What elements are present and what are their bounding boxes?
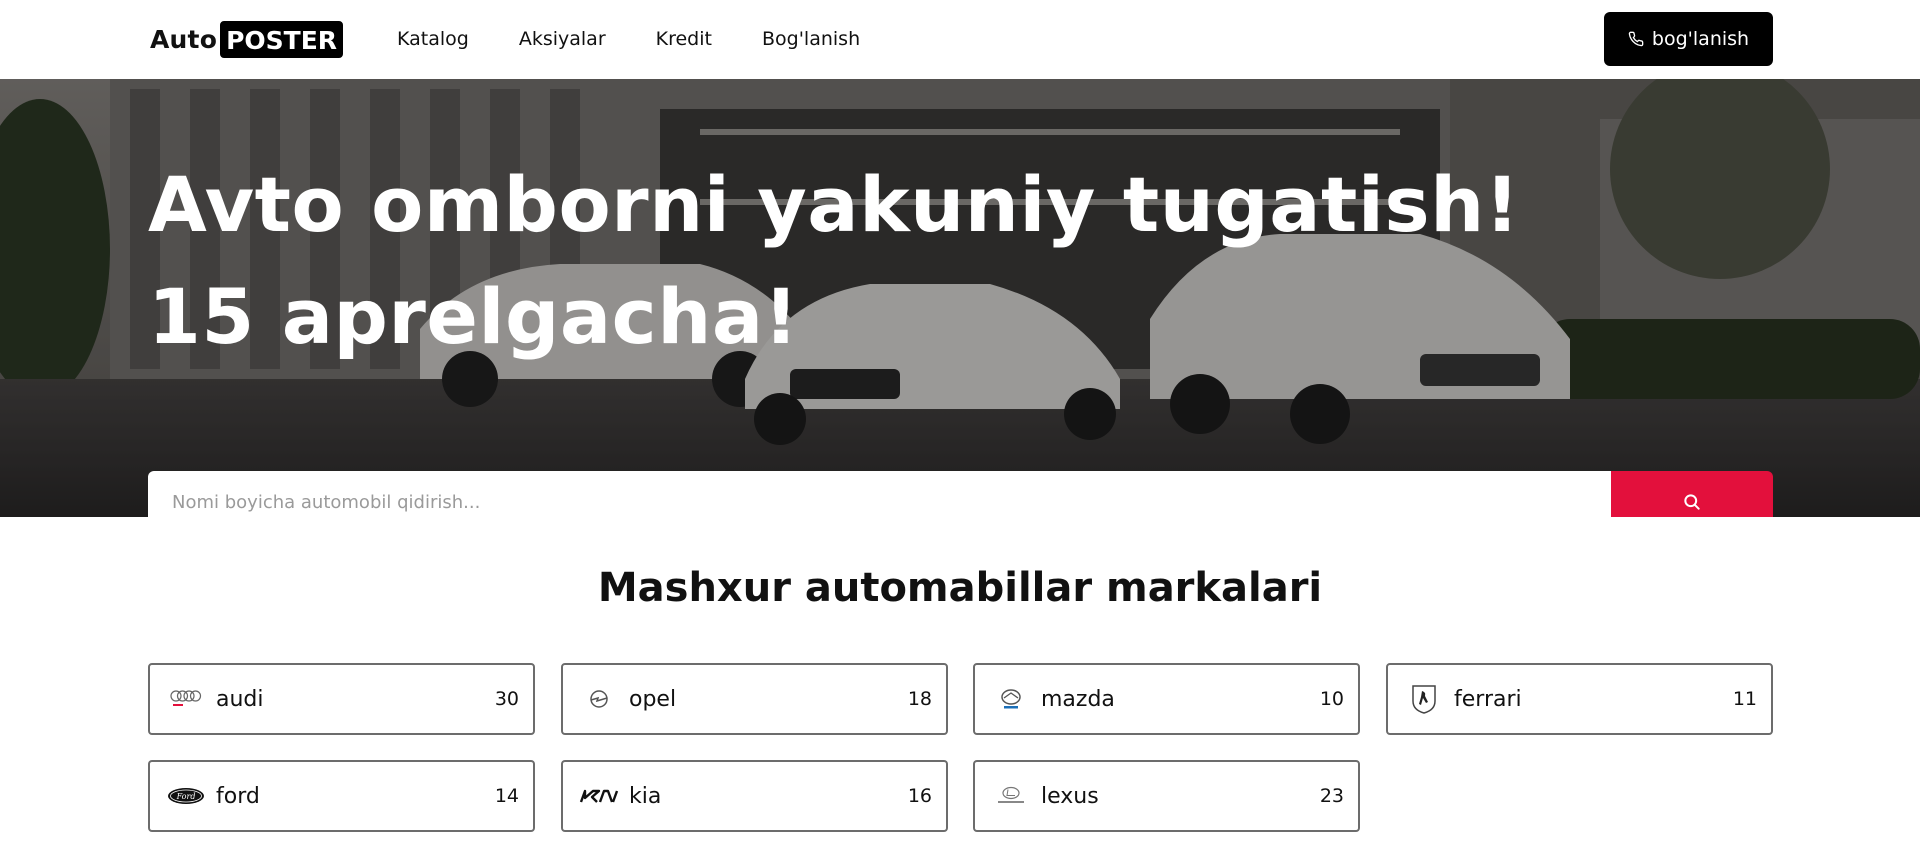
brand-count: 16 (907, 785, 932, 807)
brand-card-ford[interactable]: Ford ford 14 (148, 760, 535, 832)
brand-count: 11 (1732, 688, 1757, 710)
phone-icon (1628, 31, 1644, 47)
brand-name: ferrari (1454, 686, 1522, 712)
brand-card-ferrari[interactable]: ferrari 11 (1386, 663, 1773, 735)
brand-name: audi (216, 686, 264, 712)
brand-count: 23 (1319, 785, 1344, 807)
hero-banner: Avto omborni yakuniy tugatish! 15 aprelg… (0, 79, 1920, 517)
contact-button-label: bog'lanish (1651, 28, 1750, 50)
lexus-logo-icon (989, 778, 1033, 814)
brand-card-kia[interactable]: kia 16 (561, 760, 948, 832)
search-input[interactable] (148, 471, 1611, 517)
brand-card-lexus[interactable]: lexus 23 (973, 760, 1360, 832)
brand-card-mazda[interactable]: mazda 10 (973, 663, 1360, 735)
audi-logo-icon (164, 681, 208, 717)
site-header: Auto POSTER Katalog Aksiyalar Kredit Bog… (0, 0, 1920, 79)
hero-title-line1: Avto omborni yakuniy tugatish! (148, 160, 1520, 249)
brand-name: ford (216, 783, 260, 809)
brand-name: opel (629, 686, 677, 712)
logo-auto-text: Auto (150, 25, 218, 54)
nav-kredit[interactable]: Kredit (656, 24, 712, 54)
ford-logo-icon: Ford (164, 778, 208, 814)
logo-poster-text: POSTER (220, 21, 344, 58)
brand-card-audi[interactable]: audi 30 (148, 663, 535, 735)
search-bar (148, 471, 1773, 517)
hero-title-line2: 15 aprelgacha! (148, 272, 799, 361)
brand-card-opel[interactable]: opel 18 (561, 663, 948, 735)
opel-logo-icon (577, 681, 621, 717)
svg-text:Ford: Ford (176, 792, 196, 801)
search-button[interactable] (1611, 471, 1773, 517)
brand-count: 10 (1319, 688, 1344, 710)
brand-count: 18 (907, 688, 932, 710)
brand-count: 30 (494, 688, 519, 710)
brand-name: mazda (1041, 686, 1115, 712)
brand-name: lexus (1041, 783, 1099, 809)
kia-logo-icon (577, 778, 621, 814)
nav-aksiyalar[interactable]: Aksiyalar (519, 24, 606, 54)
mazda-logo-icon (989, 681, 1033, 717)
search-icon (1684, 494, 1700, 510)
brand-name: kia (629, 783, 662, 809)
nav-boglanish[interactable]: Bog'lanish (762, 24, 860, 54)
hero-title: Avto omborni yakuniy tugatish! 15 aprelg… (148, 149, 1520, 373)
site-logo[interactable]: Auto POSTER (150, 21, 344, 58)
nav-katalog[interactable]: Katalog (397, 24, 469, 54)
main-nav: Katalog Aksiyalar Kredit Bog'lanish (397, 24, 910, 54)
contact-button[interactable]: bog'lanish (1604, 12, 1773, 66)
brands-section-title: Mashxur automabillar markalari (597, 565, 1323, 611)
ferrari-logo-icon (1402, 681, 1446, 717)
brand-count: 14 (494, 785, 519, 807)
